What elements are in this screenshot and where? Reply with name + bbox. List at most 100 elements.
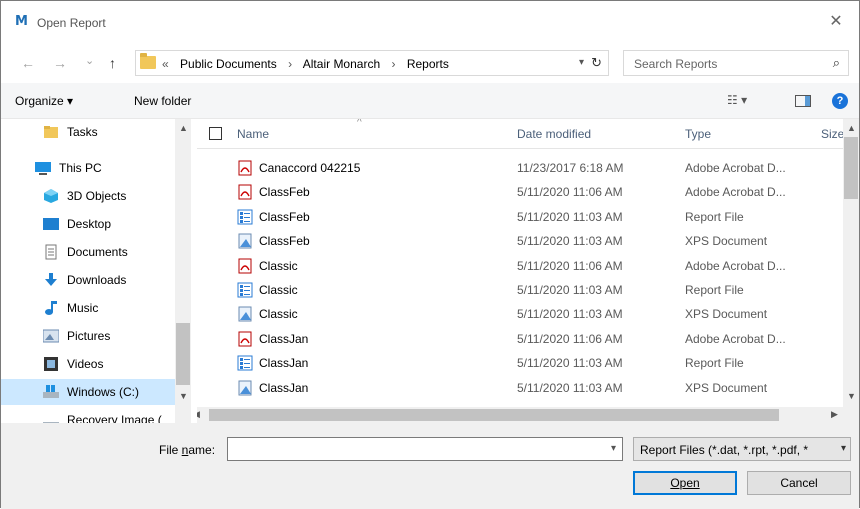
- table-row[interactable]: Classic 5/11/2020 11:03 AM Report File: [197, 279, 847, 303]
- music-icon: [45, 301, 57, 315]
- sidebar-item-3d-objects[interactable]: 3D Objects: [1, 183, 175, 209]
- file-list-scrollbar[interactable]: ▲ ▼: [843, 119, 859, 407]
- change-view-icon[interactable]: ☷ ▾: [727, 93, 747, 107]
- file-type: Adobe Acrobat D...: [685, 185, 786, 200]
- sidebar-item-documents[interactable]: Documents: [1, 239, 175, 265]
- chevron-right-icon: ›: [391, 57, 396, 71]
- column-header-size[interactable]: Size: [821, 127, 844, 141]
- sidebar-item-pictures[interactable]: Pictures: [1, 323, 175, 349]
- scroll-down-icon[interactable]: ▼: [179, 391, 188, 401]
- search-input[interactable]: Search Reports ⌕: [623, 50, 849, 76]
- new-folder-button[interactable]: New folder: [134, 94, 191, 108]
- recent-locations-icon[interactable]: ⌄: [85, 54, 94, 67]
- sidebar-item-videos[interactable]: Videos: [1, 351, 175, 377]
- sidebar-item-label: Videos: [67, 357, 104, 371]
- navigation-bar: ← → ⌄ ↑ « Public Documents › Altair Mona…: [1, 45, 859, 81]
- file-name: Canaccord 042215: [259, 161, 361, 175]
- open-button[interactable]: Open: [633, 471, 737, 495]
- file-type: Report File: [685, 209, 744, 224]
- horizontal-scrollbar[interactable]: ◀ ▶: [197, 407, 859, 423]
- file-name-field[interactable]: ▾: [227, 437, 623, 461]
- pdf-file-icon: [238, 184, 252, 200]
- sidebar-item-label: Desktop: [67, 217, 112, 231]
- table-row[interactable]: Classic 5/11/2020 11:03 AM XPS Document: [197, 303, 847, 327]
- table-row[interactable]: ClassFeb 5/11/2020 11:03 AM Report File: [197, 206, 847, 230]
- sidebar-item-downloads[interactable]: Downloads: [1, 267, 175, 293]
- select-all-checkbox[interactable]: [209, 127, 222, 140]
- table-row[interactable]: ClassJan 5/11/2020 11:06 AM Adobe Acrobat …: [197, 328, 847, 352]
- forward-arrow-icon[interactable]: →: [53, 55, 67, 71]
- sidebar-item-label: Windows (C:): [67, 385, 140, 399]
- sidebar-item-label: Recovery Image (: [67, 413, 162, 423]
- column-header-type[interactable]: Type: [685, 127, 711, 141]
- sidebar-item-desktop[interactable]: Desktop: [1, 211, 175, 237]
- videos-icon: [44, 357, 58, 371]
- chevron-down-icon[interactable]: ▾: [841, 443, 846, 454]
- navigation-pane: Tasks This PC 3D Objects Desktop Documen…: [1, 119, 191, 423]
- scrollbar-thumb[interactable]: [844, 137, 858, 199]
- preview-pane-icon[interactable]: [795, 95, 811, 107]
- chevron-down-icon[interactable]: ▾: [611, 443, 616, 454]
- file-date-modified: 11/23/2017 6:18 AM: [517, 161, 624, 175]
- file-date-modified: 5/11/2020 11:06 AM: [517, 185, 623, 200]
- breadcrumb-item[interactable]: Public Documents: [180, 57, 277, 71]
- title-bar: M Open Report ✕: [1, 1, 859, 45]
- scroll-down-icon[interactable]: ▼: [847, 391, 856, 401]
- report-file-icon: [237, 282, 253, 298]
- report-file-icon: [237, 209, 253, 225]
- sidebar-item-music[interactable]: Music: [1, 295, 175, 321]
- table-row[interactable]: ClassJan 5/11/2020 11:03 AM XPS Document: [197, 377, 847, 401]
- file-name: Classic: [259, 307, 298, 322]
- dialog-footer: File name: ▾ Report Files (*.dat, *.rpt,…: [1, 423, 859, 509]
- table-row[interactable]: ClassFeb 5/11/2020 11:06 AM Adobe Acrobat …: [197, 181, 847, 205]
- scroll-right-icon[interactable]: ▶: [831, 409, 838, 420]
- table-row[interactable]: ClassJan 5/11/2020 11:03 AM Report File: [197, 352, 847, 376]
- drive-icon: [43, 385, 59, 398]
- file-name: ClassFeb: [259, 234, 310, 249]
- file-name: Classic: [259, 258, 298, 273]
- file-type-select[interactable]: Report Files (*.dat, *.rpt, *.pdf, * ▾: [633, 437, 851, 461]
- table-row[interactable]: Canaccord 042215 11/23/2017 6:18 AM Adobe …: [197, 157, 847, 181]
- back-arrow-icon[interactable]: ←: [21, 55, 35, 71]
- navigation-scrollbar[interactable]: ▲ ▼: [175, 119, 191, 423]
- sidebar-item-label: 3D Objects: [67, 189, 127, 203]
- file-type: Adobe Acrobat D...: [685, 331, 786, 346]
- refresh-icon[interactable]: ↻: [591, 55, 602, 71]
- computer-icon: [35, 162, 51, 175]
- column-header-name[interactable]: Name: [237, 127, 269, 141]
- help-icon[interactable]: ?: [832, 93, 848, 109]
- scrollbar-thumb[interactable]: [176, 323, 190, 385]
- breadcrumb-item[interactable]: Reports: [407, 57, 449, 71]
- xps-file-icon: [238, 306, 252, 322]
- search-icon[interactable]: ⌕: [833, 55, 840, 71]
- scroll-up-icon[interactable]: ▲: [179, 123, 188, 133]
- folder-icon: [140, 53, 156, 69]
- sidebar-item-windows-c[interactable]: Windows (C:): [1, 379, 175, 405]
- chevron-down-icon[interactable]: ▾: [579, 57, 584, 68]
- address-bar[interactable]: « Public Documents › Altair Monarch › Re…: [135, 50, 609, 76]
- up-arrow-icon[interactable]: ↑: [109, 55, 116, 71]
- column-header-date[interactable]: Date modified: [517, 127, 591, 141]
- close-button[interactable]: ✕: [819, 7, 853, 37]
- pictures-icon: [43, 329, 59, 343]
- breadcrumb-overflow-icon[interactable]: «: [162, 57, 169, 71]
- breadcrumb: « Public Documents › Altair Monarch › Re…: [162, 57, 457, 71]
- sort-ascending-icon: ^: [357, 119, 362, 128]
- sidebar-item-recovery-image[interactable]: Recovery Image (: [1, 407, 175, 423]
- breadcrumb-item[interactable]: Altair Monarch: [303, 57, 380, 71]
- table-row[interactable]: Classic 5/11/2020 11:06 AM Adobe Acrobat D…: [197, 255, 847, 279]
- sidebar-item-label: Downloads: [67, 273, 127, 287]
- sidebar-item-tasks[interactable]: Tasks: [1, 119, 175, 145]
- organize-button[interactable]: Organize ▾: [15, 94, 73, 108]
- cancel-button[interactable]: Cancel: [747, 471, 851, 495]
- sidebar-item-this-pc[interactable]: This PC: [1, 155, 175, 181]
- file-date-modified: 5/11/2020 11:03 AM: [517, 234, 623, 249]
- sidebar-item-label: Documents: [67, 245, 128, 259]
- downloads-icon: [45, 273, 57, 286]
- file-date-modified: 5/11/2020 11:06 AM: [517, 258, 623, 273]
- table-row[interactable]: ClassFeb 5/11/2020 11:03 AM XPS Document: [197, 230, 847, 254]
- search-placeholder: Search Reports: [634, 57, 718, 71]
- scrollbar-thumb[interactable]: [209, 409, 779, 421]
- scroll-left-icon[interactable]: ◀: [197, 409, 200, 420]
- scroll-up-icon[interactable]: ▲: [847, 123, 856, 133]
